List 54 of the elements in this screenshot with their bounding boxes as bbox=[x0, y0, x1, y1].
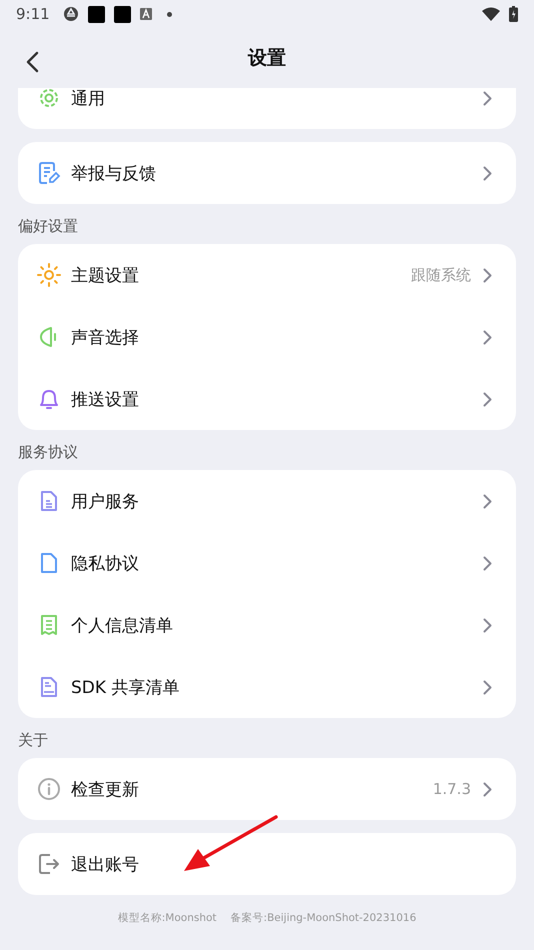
chevron-icon bbox=[483, 782, 492, 796]
model-name-text: 模型名称:Moonshot bbox=[118, 911, 217, 925]
notification-icon bbox=[88, 6, 105, 22]
page-title: 设置 bbox=[248, 46, 286, 71]
row-label: 声音选择 bbox=[71, 326, 139, 348]
row-label: 退出账号 bbox=[71, 854, 139, 876]
record-number-text: 备案号:Beijing-MoonShot-20231016 bbox=[230, 911, 416, 925]
chevron-icon bbox=[483, 268, 492, 282]
settings-row[interactable]: 个人信息清单 bbox=[18, 594, 516, 656]
row-label: 主题设置 bbox=[71, 264, 139, 286]
back-icon[interactable] bbox=[25, 51, 39, 73]
notification-icon bbox=[114, 6, 131, 22]
row-label: 用户服务 bbox=[71, 490, 139, 512]
battery-icon bbox=[509, 6, 518, 22]
settings-row[interactable]: 主题设置 跟随系统 bbox=[18, 244, 516, 306]
sun-icon bbox=[37, 263, 61, 287]
section-heading: 偏好设置 bbox=[18, 217, 79, 236]
settings-row[interactable]: 推送设置 bbox=[18, 368, 516, 430]
chevron-icon bbox=[483, 494, 492, 508]
settings-row[interactable]: SDK 共享清单 bbox=[18, 656, 516, 718]
settings-row[interactable]: 隐私协议 bbox=[18, 532, 516, 594]
settings-row[interactable]: 通用 bbox=[18, 88, 516, 129]
chevron-icon bbox=[483, 680, 492, 694]
row-label: 推送设置 bbox=[71, 388, 139, 410]
gear-icon bbox=[37, 88, 61, 110]
row-label: 检查更新 bbox=[71, 778, 139, 800]
report-icon bbox=[37, 161, 61, 185]
settings-row[interactable]: 举报与反馈 bbox=[18, 142, 516, 204]
section-heading: 服务协议 bbox=[18, 443, 79, 462]
row-label: 举报与反馈 bbox=[71, 162, 156, 184]
row-label: 个人信息清单 bbox=[71, 614, 173, 636]
settings-row[interactable]: 退出账号 bbox=[18, 833, 516, 895]
wifi-icon bbox=[482, 7, 500, 21]
chevron-icon bbox=[483, 556, 492, 570]
more-notifications-icon bbox=[166, 12, 172, 16]
settings-row[interactable]: 用户服务 bbox=[18, 470, 516, 532]
chevron-icon bbox=[483, 392, 492, 406]
keyboard-icon bbox=[140, 8, 152, 20]
chevron-icon bbox=[483, 90, 492, 106]
chevron-icon bbox=[483, 618, 492, 632]
chevron-icon bbox=[483, 166, 492, 180]
settings-row[interactable]: 检查更新 1.7.3 bbox=[18, 758, 516, 820]
row-label: 隐私协议 bbox=[71, 552, 139, 574]
status-time: 9:11 bbox=[16, 5, 50, 23]
row-label: 通用 bbox=[71, 88, 105, 110]
settings-row[interactable]: 声音选择 bbox=[18, 306, 516, 368]
logout-icon bbox=[37, 852, 61, 876]
row-label: SDK 共享清单 bbox=[71, 676, 180, 698]
section-heading: 关于 bbox=[18, 731, 49, 750]
chevron-icon bbox=[483, 330, 492, 344]
row-value: 跟随系统 bbox=[411, 266, 471, 284]
row-value: 1.7.3 bbox=[432, 780, 471, 798]
bell-icon bbox=[37, 387, 61, 411]
info-icon bbox=[37, 777, 61, 801]
